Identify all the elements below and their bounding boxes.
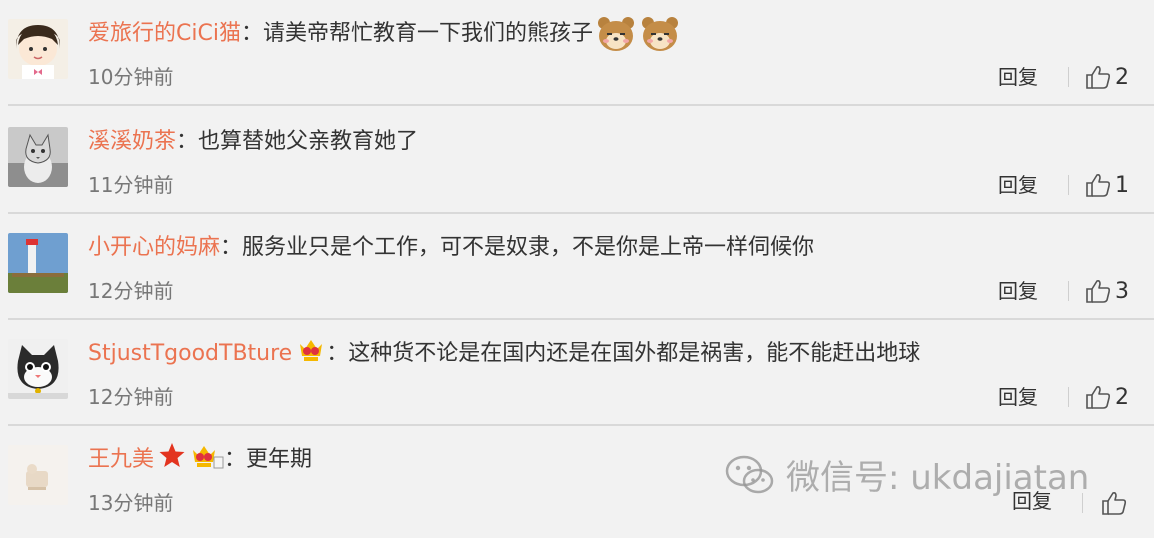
divider [1068,175,1069,195]
username-link[interactable]: 小开心的妈麻 [88,231,220,265]
thumbs-up-icon [1102,492,1127,515]
comment-text: 服务业只是个工作，可不是奴隶，不是你是上帝一样伺候你 [242,235,815,260]
like-button[interactable]: 2 [1084,380,1129,414]
divider [1068,67,1069,87]
comment-content: 溪溪奶茶 ： 也算替她父亲教育她了 [88,125,418,159]
avatar[interactable] [8,19,68,79]
comment-time: 12分钟前 [88,279,174,303]
comment-item: 小开心的妈麻 ： 服务业只是个工作，可不是奴隶，不是你是上帝一样伺候你 12分钟… [0,214,1154,320]
comment-item: StjustTgoodTBture ： 这种货不论是在国内还是在国外都是祸害，能… [0,320,1154,426]
comment-content: StjustTgoodTBture ： 这种货不论是在国内还是在国外都是祸害，能… [88,337,920,371]
username-link[interactable]: StjustTgoodTBture [88,337,292,371]
comment-time: 11分钟前 [88,173,174,197]
like-count: 3 [1115,278,1129,304]
thumbs-up-icon [1086,386,1111,409]
colon: ： [224,447,247,472]
avatar[interactable] [8,339,68,399]
comment-item: 溪溪奶茶 ： 也算替她父亲教育她了 11分钟前 回复 1 [0,108,1154,214]
comment-content: 小开心的妈麻 ： 服务业只是个工作，可不是奴隶，不是你是上帝一样伺候你 [88,231,814,265]
bear-emoji-icon [639,13,681,55]
colon: ： [176,129,199,154]
comment-time: 10分钟前 [88,65,174,89]
thumbs-up-icon [1086,174,1111,197]
vip-crown-icon[interactable] [190,440,224,481]
like-button[interactable]: 2 [1084,60,1129,94]
like-button[interactable]: 1 [1084,168,1129,202]
divider [1068,387,1069,407]
wechat-watermark: 微信号: ukdajiatan [724,450,1089,499]
star-icon[interactable] [158,441,186,480]
comment-time: 13分钟前 [88,491,174,515]
thumbs-up-icon [1086,280,1111,303]
username-link[interactable]: 溪溪奶茶 [88,125,176,159]
like-count: 2 [1115,384,1129,410]
like-button[interactable]: 3 [1084,274,1129,308]
reply-button[interactable]: 回复 [998,170,1038,200]
username-link[interactable]: 王九美 [88,443,154,477]
comment-text: 请美帝帮忙教育一下我们的熊孩子 [262,21,593,46]
colon: ： [240,21,263,46]
like-count: 2 [1115,64,1129,90]
avatar[interactable] [8,127,68,187]
reply-button[interactable]: 回复 [998,276,1038,306]
comment-text: 也算替她父亲教育她了 [198,129,419,154]
reply-button[interactable]: 回复 [998,62,1038,92]
comment-text: 这种货不论是在国内还是在国外都是祸害，能不能赶出地球 [348,341,921,366]
comment-text: 更年期 [246,447,313,472]
vip-crown-icon[interactable] [296,334,326,375]
avatar[interactable] [8,445,68,505]
avatar[interactable] [8,233,68,293]
watermark-text: 微信号: ukdajiatan [786,458,1090,498]
reply-button[interactable]: 回复 [998,382,1038,412]
comment-time: 12分钟前 [88,385,174,409]
like-button[interactable] [1100,486,1131,520]
wechat-icon [725,455,774,493]
colon: ： [220,235,243,260]
row-divider [8,104,1154,106]
comment-content: 爱旅行的CiCi猫 ： 请美帝帮忙教育一下我们的熊孩子 [88,17,681,51]
colon: ： [326,341,349,366]
comment-item: 爱旅行的CiCi猫 ： 请美帝帮忙教育一下我们的熊孩子 10分钟前 回复 2 [0,0,1154,106]
thumbs-up-icon [1086,66,1111,89]
divider [1068,281,1069,301]
comment-content: 王九美 ： 更年期 [88,441,313,480]
like-count: 1 [1115,172,1129,198]
bear-emoji-icon [595,13,637,55]
username-link[interactable]: 爱旅行的CiCi猫 [88,17,241,51]
